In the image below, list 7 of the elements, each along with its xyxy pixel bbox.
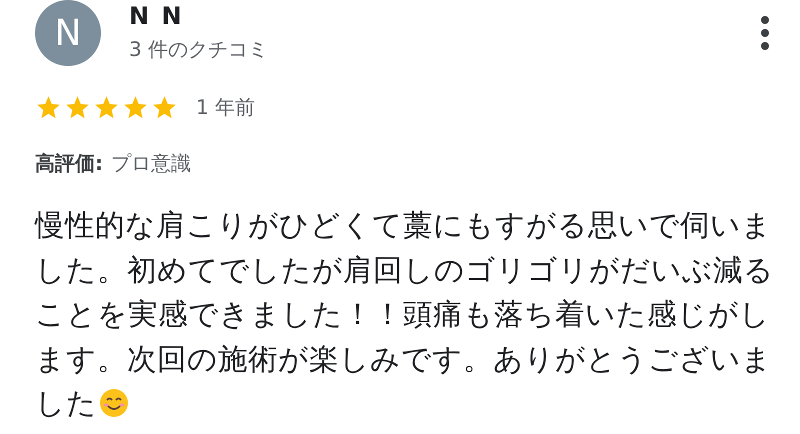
review-text: 慢性的な肩こりがひどくて藁にもすがる思いで伺いました。初めてでしたが肩回しのゴリゴリがだいぶ減ることを実感できました！！頭痛も落ち着いた感じがします。次回の施術が楽しみです。ありがとうございました <box>35 208 774 420</box>
review-time: 1 年前 <box>196 94 256 120</box>
more-options-icon[interactable] <box>760 16 770 50</box>
review-count: 3 件のクチコミ <box>129 36 270 63</box>
highlight-label: 高評価: <box>35 150 103 177</box>
highlight-value: プロ意識 <box>111 150 191 177</box>
author-name[interactable]: N N <box>129 2 732 30</box>
